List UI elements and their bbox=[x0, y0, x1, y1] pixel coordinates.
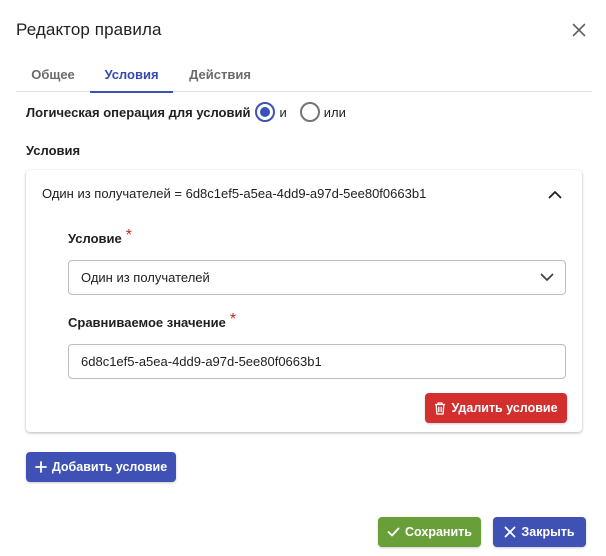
delete-condition-label: Удалить условие bbox=[451, 401, 558, 415]
rule-editor-dialog: Редактор правила Общее Условия Действия … bbox=[0, 0, 606, 556]
condition-select-value: Один из получателей bbox=[81, 270, 210, 285]
tab-actions-label: Действия bbox=[189, 67, 251, 82]
condition-label-text: Условие bbox=[68, 231, 122, 246]
delete-condition-button[interactable]: Удалить условие bbox=[425, 393, 567, 423]
close-icon bbox=[504, 526, 516, 538]
condition-summary[interactable]: Один из получателей = 6d8c1ef5-a5ea-4dd9… bbox=[42, 186, 426, 201]
add-condition-label: Добавить условие bbox=[51, 460, 168, 474]
conditions-section-label: Условия bbox=[26, 143, 81, 158]
condition-select[interactable]: Один из получателей bbox=[68, 260, 566, 295]
compare-value-input[interactable] bbox=[68, 344, 566, 379]
close-button[interactable]: Закрыть bbox=[493, 517, 586, 547]
close-icon[interactable] bbox=[568, 19, 590, 41]
logic-operation-label: Логическая операция для условий bbox=[26, 104, 251, 120]
tab-conditions-label: Условия bbox=[104, 67, 159, 82]
plus-icon bbox=[34, 461, 47, 473]
chevron-down-icon bbox=[537, 267, 557, 287]
radio-and[interactable] bbox=[255, 102, 276, 122]
radio-and-label: и bbox=[279, 104, 287, 120]
logic-operation-row: Логическая операция для условий и или bbox=[26, 102, 346, 122]
save-button[interactable]: Сохранить bbox=[378, 517, 481, 547]
condition-card: Один из получателей = 6d8c1ef5-a5ea-4dd9… bbox=[26, 170, 582, 432]
tab-bar: Общее Условия Действия bbox=[16, 58, 592, 93]
close-label: Закрыть bbox=[521, 525, 575, 539]
radio-or[interactable] bbox=[299, 102, 320, 122]
trash-icon bbox=[434, 401, 446, 415]
required-asterisk: * bbox=[229, 311, 237, 328]
tab-general[interactable]: Общее bbox=[16, 58, 90, 91]
add-condition-button[interactable]: Добавить условие bbox=[26, 452, 176, 482]
radio-or-label: или bbox=[323, 104, 346, 120]
chevron-up-icon[interactable] bbox=[544, 183, 566, 205]
compare-field-label: Сравниваемое значение * bbox=[68, 311, 237, 332]
dialog-title: Редактор правила bbox=[16, 20, 162, 39]
check-icon bbox=[387, 527, 400, 537]
compare-label-text: Сравниваемое значение bbox=[68, 315, 226, 330]
condition-field-label: Условие * bbox=[68, 227, 132, 248]
save-label: Сохранить bbox=[405, 525, 472, 539]
tab-general-label: Общее bbox=[31, 67, 75, 82]
tab-actions[interactable]: Действия bbox=[173, 58, 267, 91]
required-asterisk: * bbox=[125, 227, 132, 244]
tab-conditions[interactable]: Условия bbox=[90, 58, 173, 93]
